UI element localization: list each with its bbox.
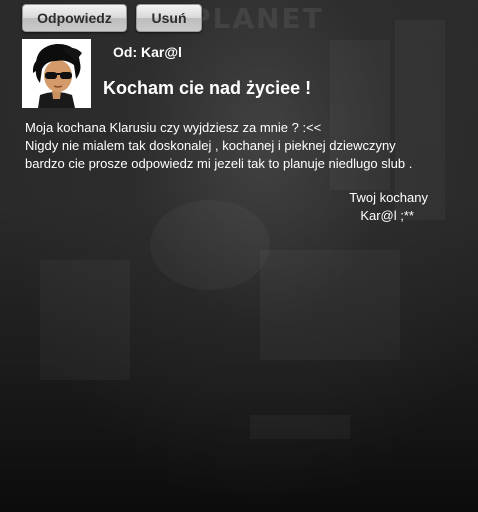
background-logo: PLANET [190,2,324,35]
message-line: bardzo cie prosze odpowiedz mi jezeli ta… [25,156,413,171]
reply-button[interactable]: Odpowiedz [22,4,127,32]
message-signature: Twoj kochany Kar@l ;** [320,189,428,225]
avatar-icon [22,39,91,108]
delete-button[interactable]: Usuń [136,4,202,32]
signature-name: Kar@l ;** [360,208,414,223]
sender-avatar [22,39,91,108]
message-line: Nigdy nie mialem tak doskonalej , kochan… [25,138,396,153]
message-line: Moja kochana Klarusiu czy wyjdziesz za m… [25,120,322,135]
signature-closing: Twoj kochany [349,190,428,205]
message-subject: Kocham cie nad życiee ! [103,78,312,98]
message-body: Moja kochana Klarusiu czy wyjdziesz za m… [25,119,465,173]
sender-label: Od: Kar@l [113,44,182,60]
